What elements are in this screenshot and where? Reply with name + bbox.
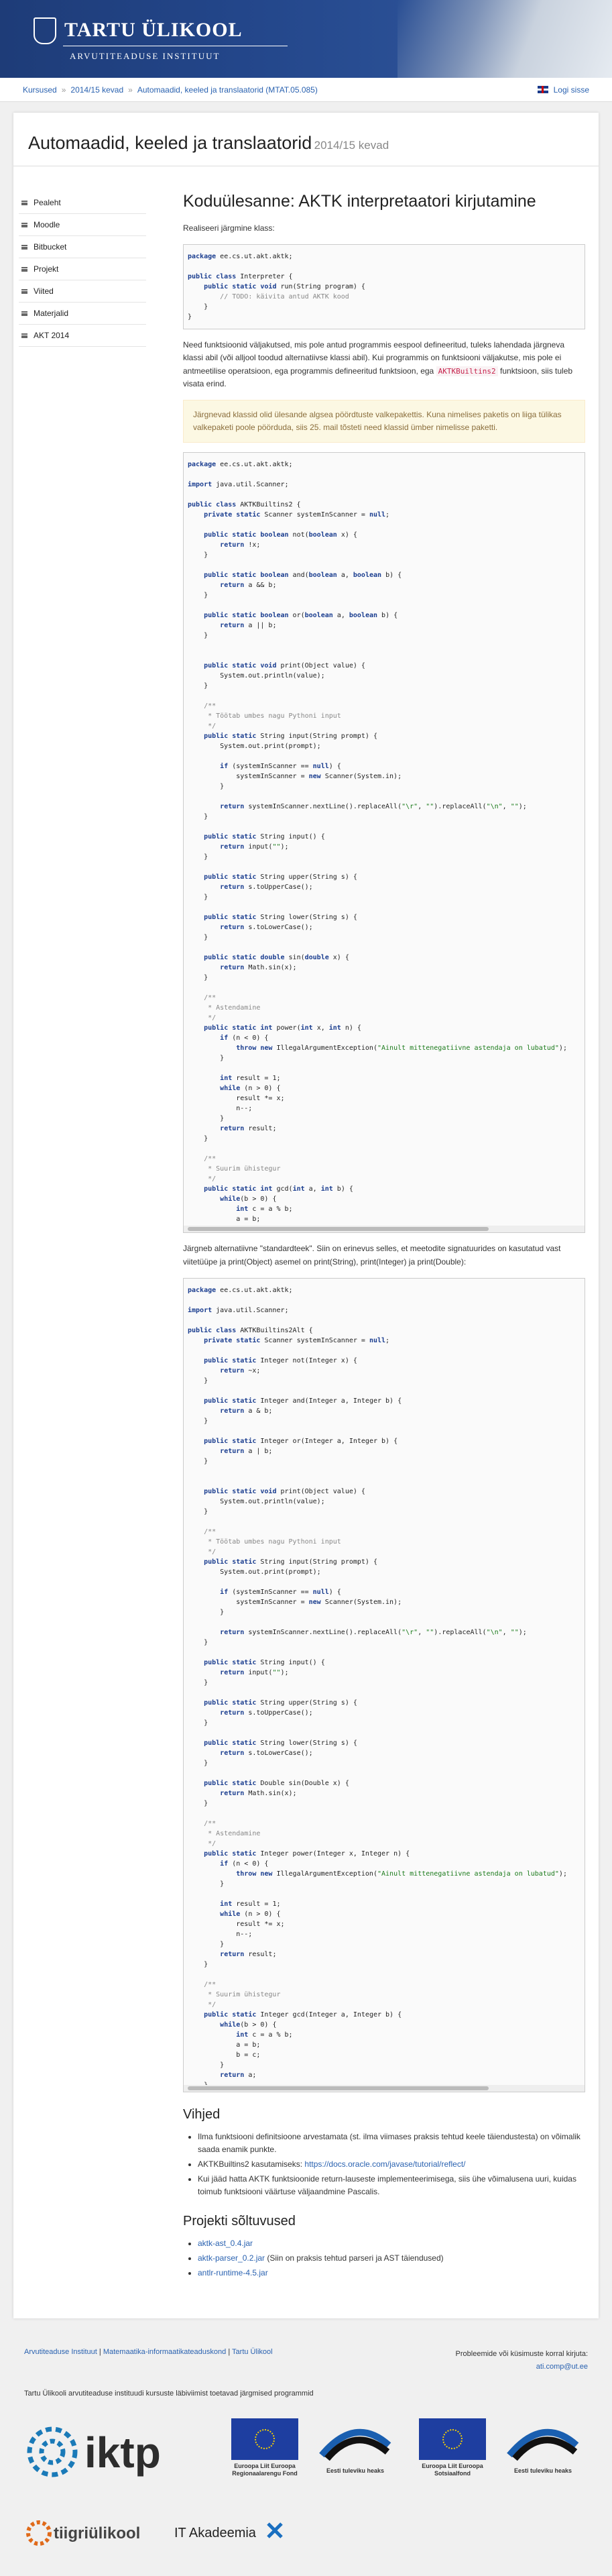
deps-list: aktk-ast_0.4.jar aktk-parser_0.2.jar (Si… bbox=[183, 2237, 585, 2280]
list-icon bbox=[21, 200, 27, 205]
sidebar-item[interactable]: Viited bbox=[19, 280, 146, 303]
list-icon bbox=[21, 288, 27, 294]
page-title: Automaadid, keeled ja translaatorid 2014… bbox=[13, 113, 599, 166]
sidebar-item[interactable]: Projekt bbox=[19, 258, 146, 280]
jar-link[interactable]: aktk-parser_0.2.jar bbox=[198, 2253, 265, 2263]
svg-text:tiigriülikool: tiigriülikool bbox=[54, 2524, 140, 2542]
header-photo bbox=[397, 0, 612, 78]
deps-heading: Projekti sõltuvused bbox=[183, 2213, 296, 2229]
site-footer: Arvutiteaduse Instituut | Matemaatika-in… bbox=[0, 2334, 612, 2576]
footer-contact: Probleemide või küsimuste korral kirjuta… bbox=[455, 2350, 588, 2371]
list-item: Kui jääd hatta AKTK funktsioonide return… bbox=[198, 2173, 585, 2198]
list-icon bbox=[21, 222, 27, 227]
code-block: package ee.cs.ut.akt.aktk; import java.u… bbox=[183, 452, 585, 1234]
sidebar: Pealeht Moodle Bitbucket Projekt Viited … bbox=[19, 192, 146, 347]
breadcrumb-item[interactable]: 2014/15 kevad bbox=[70, 85, 123, 95]
sidebar-item[interactable]: Bitbucket bbox=[19, 236, 146, 258]
svg-text:IT Akadeemia: IT Akadeemia bbox=[174, 2526, 257, 2540]
iktp-logo[interactable]: iktp bbox=[24, 2415, 198, 2489]
jar-link[interactable]: aktk-ast_0.4.jar bbox=[198, 2239, 253, 2248]
code-block: package ee.cs.ut.akt.aktk; import java.u… bbox=[183, 1277, 585, 2092]
inst-name: ARVUTITEADUSE INSTITUUT bbox=[70, 51, 221, 61]
list-icon bbox=[21, 333, 27, 338]
code-scrollbar[interactable] bbox=[184, 2084, 585, 2092]
reflection-link[interactable]: https://docs.oracle.com/javase/tutorial/… bbox=[304, 2159, 465, 2169]
site-header: TARTU ÜLIKOOL ARVUTITEADUSE INSTITUUT bbox=[0, 0, 612, 78]
hints-list: Ilma funktsiooni definitsioone arvestama… bbox=[183, 2131, 585, 2199]
tiigriulikool-logo[interactable]: tiigriülikool bbox=[24, 2514, 158, 2555]
eu-social-logo: Euroopa Liit Euroopa Sotsiaalfond bbox=[409, 2418, 496, 2492]
main-content: Koduülesanne: AKTK interpretaatori kirju… bbox=[183, 192, 585, 2285]
footer-link[interactable]: Arvutiteaduse Instituut bbox=[24, 2348, 97, 2356]
code-scrollbar[interactable] bbox=[184, 1226, 585, 1233]
breadcrumb-item[interactable]: Kursused bbox=[23, 85, 57, 95]
sidebar-item[interactable]: Materjalid bbox=[19, 303, 146, 325]
eu-flag-icon bbox=[419, 2418, 486, 2460]
uni-name: TARTU ÜLIKOOL bbox=[64, 19, 243, 41]
footer-link[interactable]: Tartu Ülikool bbox=[232, 2348, 273, 2356]
language-flag-icon[interactable] bbox=[537, 86, 548, 93]
list-icon bbox=[21, 266, 27, 272]
list-item: AKTKBuiltins2 kasutamiseks: https://docs… bbox=[198, 2158, 585, 2171]
eu-regional-logo: Euroopa Liit Euroopa Regionaalarengu Fon… bbox=[221, 2418, 308, 2492]
jar-link[interactable]: antlr-runtime-4.5.jar bbox=[198, 2268, 268, 2277]
breadcrumb: Kursused» 2014/15 kevad» Automaadid, kee… bbox=[0, 78, 612, 102]
code-block: package ee.cs.ut.akt.aktk; public class … bbox=[183, 244, 585, 330]
sidebar-item[interactable]: AKT 2014 bbox=[19, 325, 146, 347]
list-item: Ilma funktsiooni definitsioone arvestama… bbox=[198, 2131, 585, 2156]
university-logo[interactable]: TARTU ÜLIKOOL ARVUTITEADUSE INSTITUUT bbox=[34, 13, 288, 61]
eesti-logo: Eesti tuleviku heaks bbox=[503, 2418, 583, 2492]
sidebar-item[interactable]: Pealeht bbox=[19, 192, 146, 214]
list-item: aktk-parser_0.2.jar (Siin on praksis teh… bbox=[198, 2252, 585, 2265]
breadcrumb-item[interactable]: Automaadid, keeled ja translaatorid (MTA… bbox=[137, 85, 318, 95]
svg-text:iktp: iktp bbox=[84, 2428, 161, 2477]
login-link[interactable]: Logi sisse bbox=[554, 85, 589, 95]
list-item: antlr-runtime-4.5.jar bbox=[198, 2267, 585, 2279]
eu-flag-icon bbox=[231, 2418, 298, 2460]
footer-links: Arvutiteaduse Instituut | Matemaatika-in… bbox=[24, 2348, 273, 2356]
footer-link[interactable]: Matemaatika-informaatikateaduskond bbox=[103, 2348, 226, 2356]
sidebar-item[interactable]: Moodle bbox=[19, 214, 146, 236]
article-heading: Koduülesanne: AKTK interpretaatori kirju… bbox=[183, 192, 536, 211]
content-card: Automaadid, keeled ja translaatorid 2014… bbox=[13, 113, 599, 2318]
it-akadeemia-logo[interactable]: IT Akadeemia bbox=[174, 2514, 308, 2555]
list-item: aktk-ast_0.4.jar bbox=[198, 2237, 585, 2250]
eesti-logo: Eesti tuleviku heaks bbox=[315, 2418, 395, 2492]
list-icon bbox=[21, 311, 27, 316]
email-link[interactable]: ati.comp@ut.ee bbox=[536, 2363, 588, 2371]
hints-heading: Vihjed bbox=[183, 2106, 221, 2122]
list-icon bbox=[21, 244, 27, 250]
notice-box: Järgnevad klassid olid ülesande algsea p… bbox=[183, 399, 585, 443]
crest-icon bbox=[34, 17, 56, 44]
